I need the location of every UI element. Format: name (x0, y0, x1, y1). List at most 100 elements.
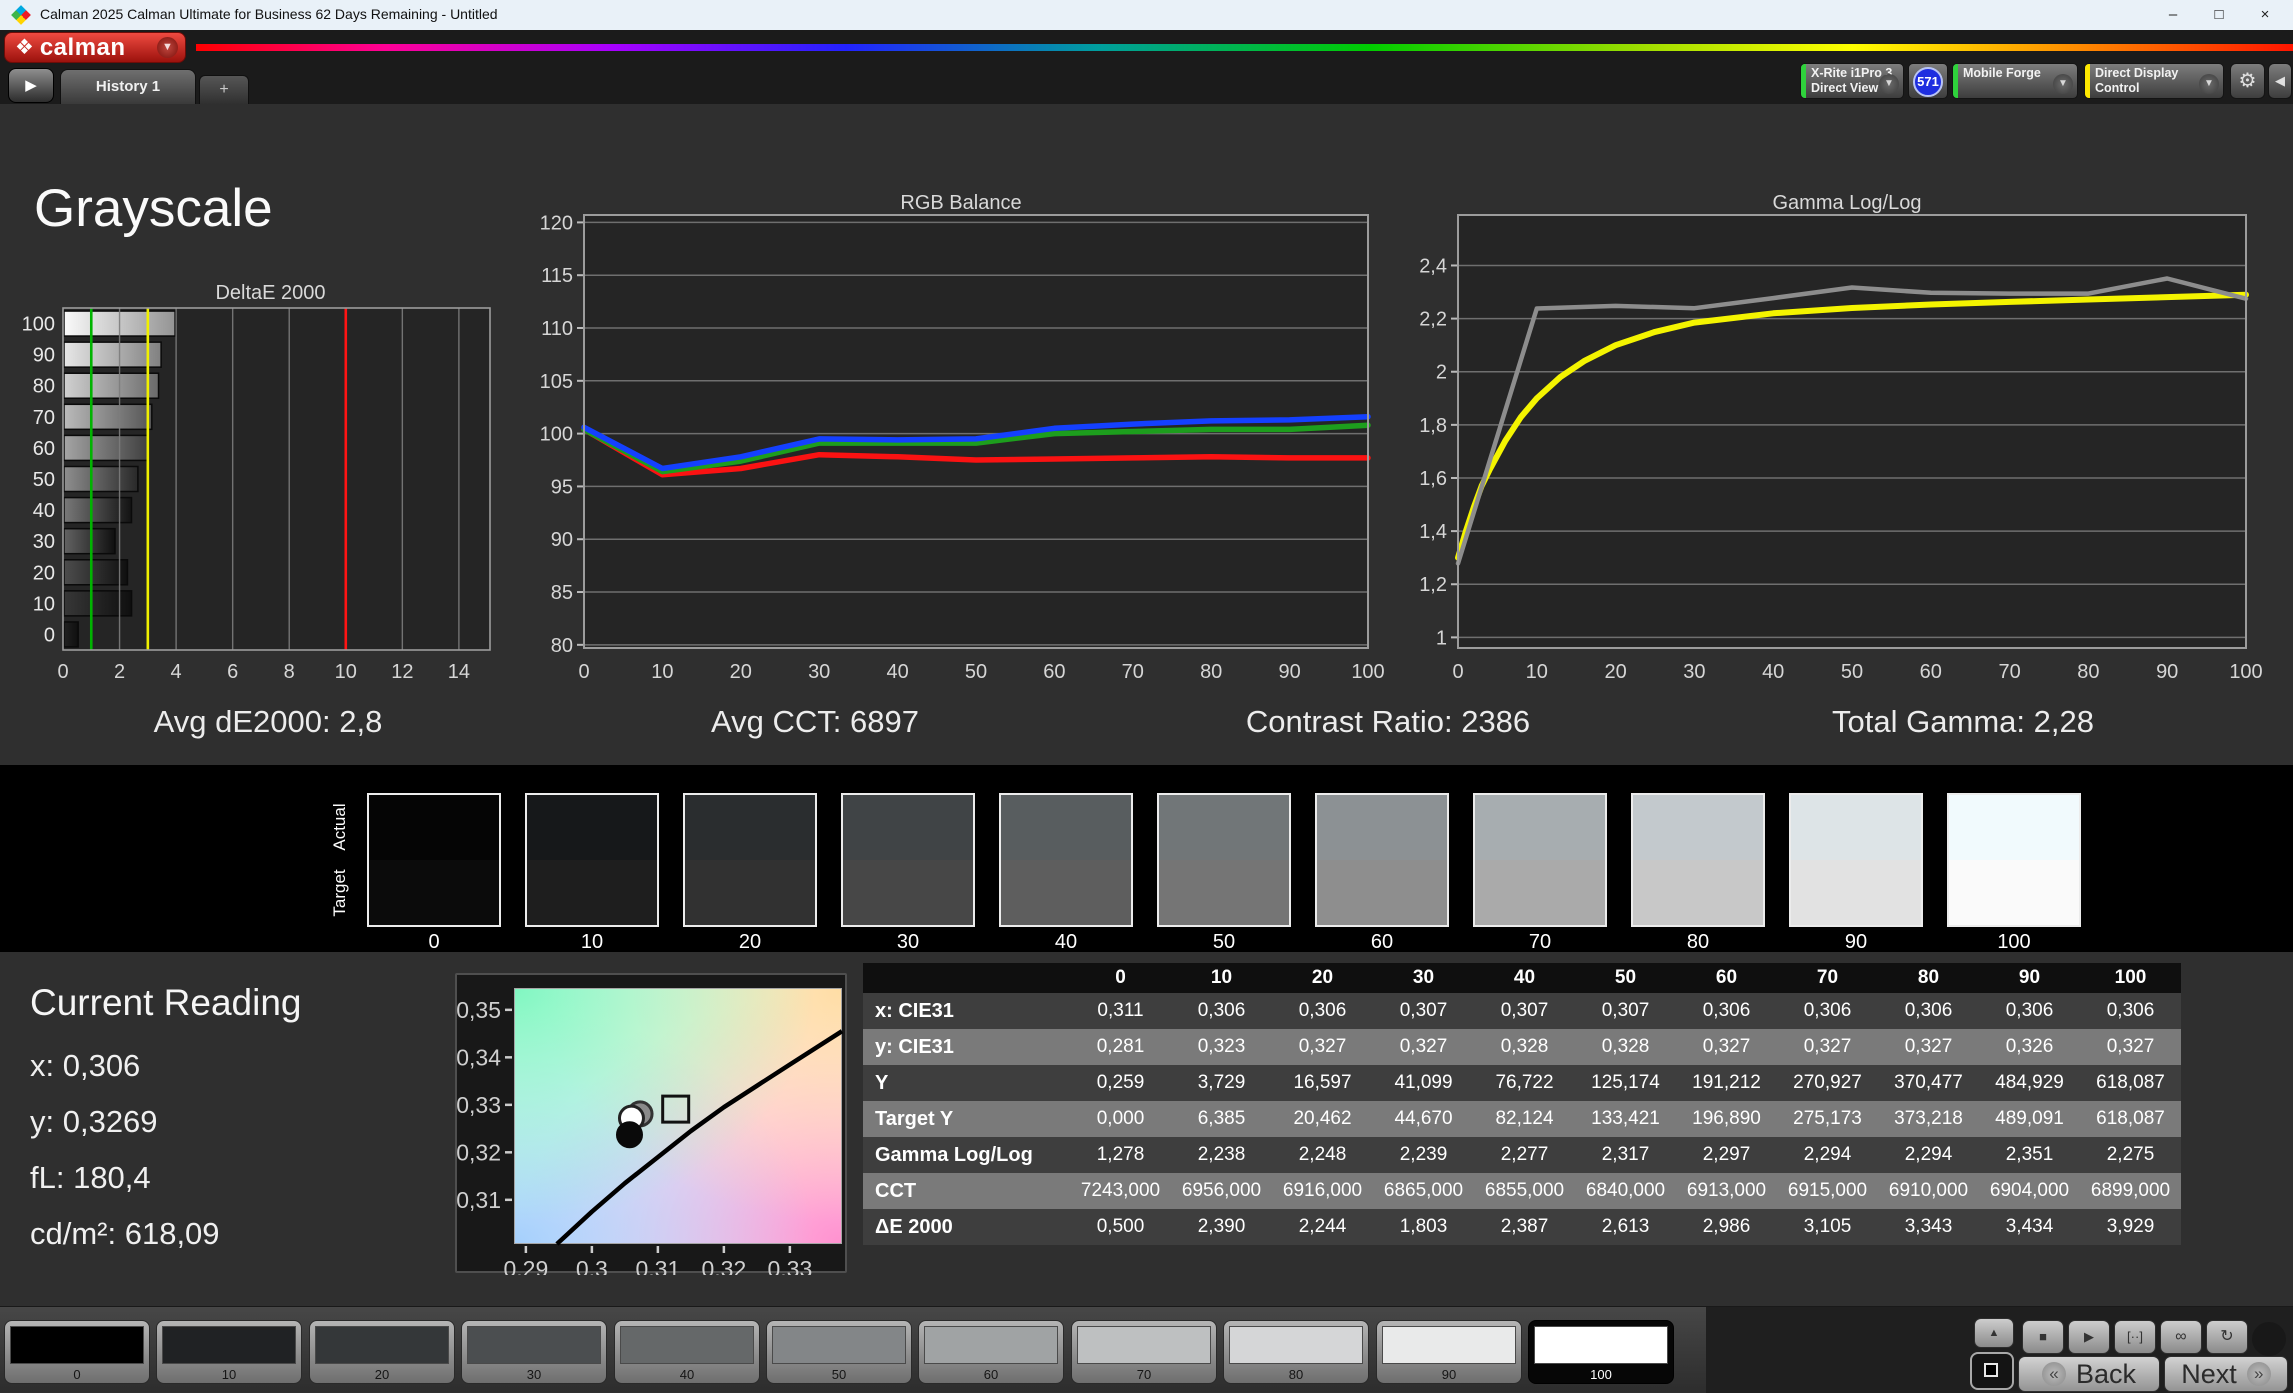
play-icon: ▶ (2084, 1329, 2094, 1344)
table-value-cell: 191,212 (1676, 1065, 1777, 1101)
svg-text:0: 0 (578, 661, 589, 683)
svg-text:14: 14 (448, 661, 470, 683)
table-value-cell: 0,306 (1272, 993, 1373, 1029)
table-row: Y0,2593,72916,59741,09976,722125,174191,… (863, 1065, 2181, 1101)
tab-scroll-button[interactable]: ▶ (8, 68, 54, 103)
pattern-level-label: 90 (1377, 1367, 1521, 1382)
table-value-cell: 275,173 (1777, 1101, 1878, 1137)
table-value-cell: 2,294 (1878, 1137, 1979, 1173)
table-value-cell: 6840,000 (1575, 1173, 1676, 1209)
table-value-cell: 0,281 (1070, 1029, 1171, 1065)
pattern-level-button-40[interactable]: 40 (614, 1320, 760, 1384)
continuous-measure-button[interactable]: ∞ (2160, 1320, 2202, 1354)
pattern-level-swatch (924, 1326, 1058, 1364)
table-value-cell: 41,099 (1373, 1065, 1474, 1101)
pattern-window-button[interactable] (1970, 1352, 2014, 1390)
table-value-cell: 618,087 (2080, 1065, 2181, 1101)
table-row-label: y: CIE31 (863, 1029, 1070, 1065)
svg-text:1,8: 1,8 (1419, 415, 1447, 437)
chevron-down-icon: ▼ (2199, 74, 2219, 94)
strip-actual-patch (1001, 795, 1131, 860)
pattern-level-button-50[interactable]: 50 (766, 1320, 912, 1384)
deltae-bar-60 (64, 435, 148, 460)
svg-text:10: 10 (1526, 661, 1548, 683)
back-button[interactable]: « Back (2018, 1356, 2160, 1392)
svg-text:120: 120 (540, 212, 573, 234)
table-value-cell: 370,477 (1878, 1065, 1979, 1101)
table-value-cell: 0,327 (1373, 1029, 1474, 1065)
stat-avg-de2000: Avg dE2000: 2,8 (154, 704, 383, 740)
pattern-level-button-10[interactable]: 10 (156, 1320, 302, 1384)
table-value-cell: 0,306 (1171, 993, 1272, 1029)
pattern-level-button-90[interactable]: 90 (1376, 1320, 1522, 1384)
strip-actual-patch (1633, 795, 1763, 860)
pattern-level-label: 20 (310, 1367, 454, 1382)
table-value-cell: 6899,000 (2080, 1173, 2181, 1209)
pattern-level-swatch (315, 1326, 449, 1364)
minimize-button[interactable]: – (2150, 0, 2196, 30)
table-value-cell: 6,385 (1171, 1101, 1272, 1137)
pattern-level-swatch (162, 1326, 296, 1364)
strip-swatch-30 (841, 793, 975, 927)
app-icon (11, 5, 31, 25)
calman-menu-button[interactable]: ❖ calman ▼ (4, 32, 186, 63)
meter-dropdown-display-control[interactable]: Direct Display Control ▼ (2084, 63, 2224, 99)
stat-contrast-ratio: Contrast Ratio: 2386 (1246, 704, 1530, 740)
svg-text:80: 80 (2077, 661, 2099, 683)
pattern-level-button-30[interactable]: 30 (461, 1320, 607, 1384)
table-value-cell: 0,259 (1070, 1065, 1171, 1101)
title-bar: Calman 2025 Calman Ultimate for Business… (0, 0, 2293, 30)
strip-actual-patch (1791, 795, 1921, 860)
strip-actual-patch (369, 795, 499, 860)
svg-text:0,32: 0,32 (701, 1256, 746, 1275)
series-measure-button[interactable]: [··] (2114, 1320, 2156, 1354)
table-column-header: 20 (1272, 963, 1373, 993)
strip-target-patch (685, 860, 815, 925)
infinity-icon: ∞ (2175, 1328, 2186, 1345)
scroll-up-button[interactable]: ▲ (1974, 1318, 2014, 1348)
pattern-square-icon (1984, 1363, 1998, 1377)
pattern-level-button-20[interactable]: 20 (309, 1320, 455, 1384)
stop-button[interactable]: ■ (2022, 1320, 2064, 1354)
strip-target-patch (1159, 860, 1289, 925)
pattern-level-button-100[interactable]: 100 (1528, 1320, 1674, 1384)
pattern-level-button-0[interactable]: 0 (4, 1320, 150, 1384)
calman-logo-text: calman (40, 34, 126, 62)
pattern-level-button-80[interactable]: 80 (1223, 1320, 1369, 1384)
svg-text:70: 70 (1122, 661, 1144, 683)
svg-text:1,4: 1,4 (1419, 521, 1447, 543)
window-title: Calman 2025 Calman Ultimate for Business… (40, 6, 498, 22)
table-value-cell: 44,670 (1373, 1101, 1474, 1137)
svg-text:20: 20 (730, 661, 752, 683)
strip-swatch-level-label: 70 (1473, 931, 1607, 954)
meter-badge-panel[interactable]: 571 (1908, 63, 1948, 99)
collapse-panel-button[interactable]: ◀ (2268, 63, 2292, 99)
table-value-cell: 0,328 (1575, 1029, 1676, 1065)
add-tab-button[interactable]: + (199, 75, 249, 104)
pattern-level-button-70[interactable]: 70 (1071, 1320, 1217, 1384)
page-title: Grayscale (34, 178, 273, 239)
close-button[interactable]: × (2242, 0, 2288, 30)
tab-history-1[interactable]: History 1 (60, 69, 196, 104)
play-button[interactable]: ▶ (2068, 1320, 2110, 1354)
pattern-level-button-60[interactable]: 60 (918, 1320, 1064, 1384)
table-value-cell: 2,239 (1373, 1137, 1474, 1173)
cie-marker-black-point (617, 1123, 641, 1147)
svg-text:2,2: 2,2 (1419, 309, 1447, 331)
svg-text:95: 95 (551, 476, 573, 498)
deltae-bar-40 (64, 498, 131, 523)
strip-target-patch (1001, 860, 1131, 925)
table-value-cell: 0,306 (1878, 993, 1979, 1029)
meter-dropdown-mobile-forge[interactable]: Mobile Forge ▼ (1952, 63, 2078, 99)
meter-dropdown-i1pro[interactable]: X-Rite i1Pro 3 Direct View ▼ (1800, 63, 1904, 99)
pattern-level-swatch (10, 1326, 144, 1364)
table-value-cell: 0,306 (1979, 993, 2080, 1029)
strip-swatch-level-label: 30 (841, 931, 975, 954)
table-value-cell: 196,890 (1676, 1101, 1777, 1137)
settings-button[interactable]: ⚙ (2230, 63, 2265, 99)
svg-text:30: 30 (33, 531, 55, 553)
strip-swatch-50 (1157, 793, 1291, 927)
refresh-button[interactable]: ↻ (2206, 1320, 2248, 1354)
next-button[interactable]: Next » (2164, 1356, 2288, 1392)
maximize-button[interactable]: □ (2196, 0, 2242, 30)
